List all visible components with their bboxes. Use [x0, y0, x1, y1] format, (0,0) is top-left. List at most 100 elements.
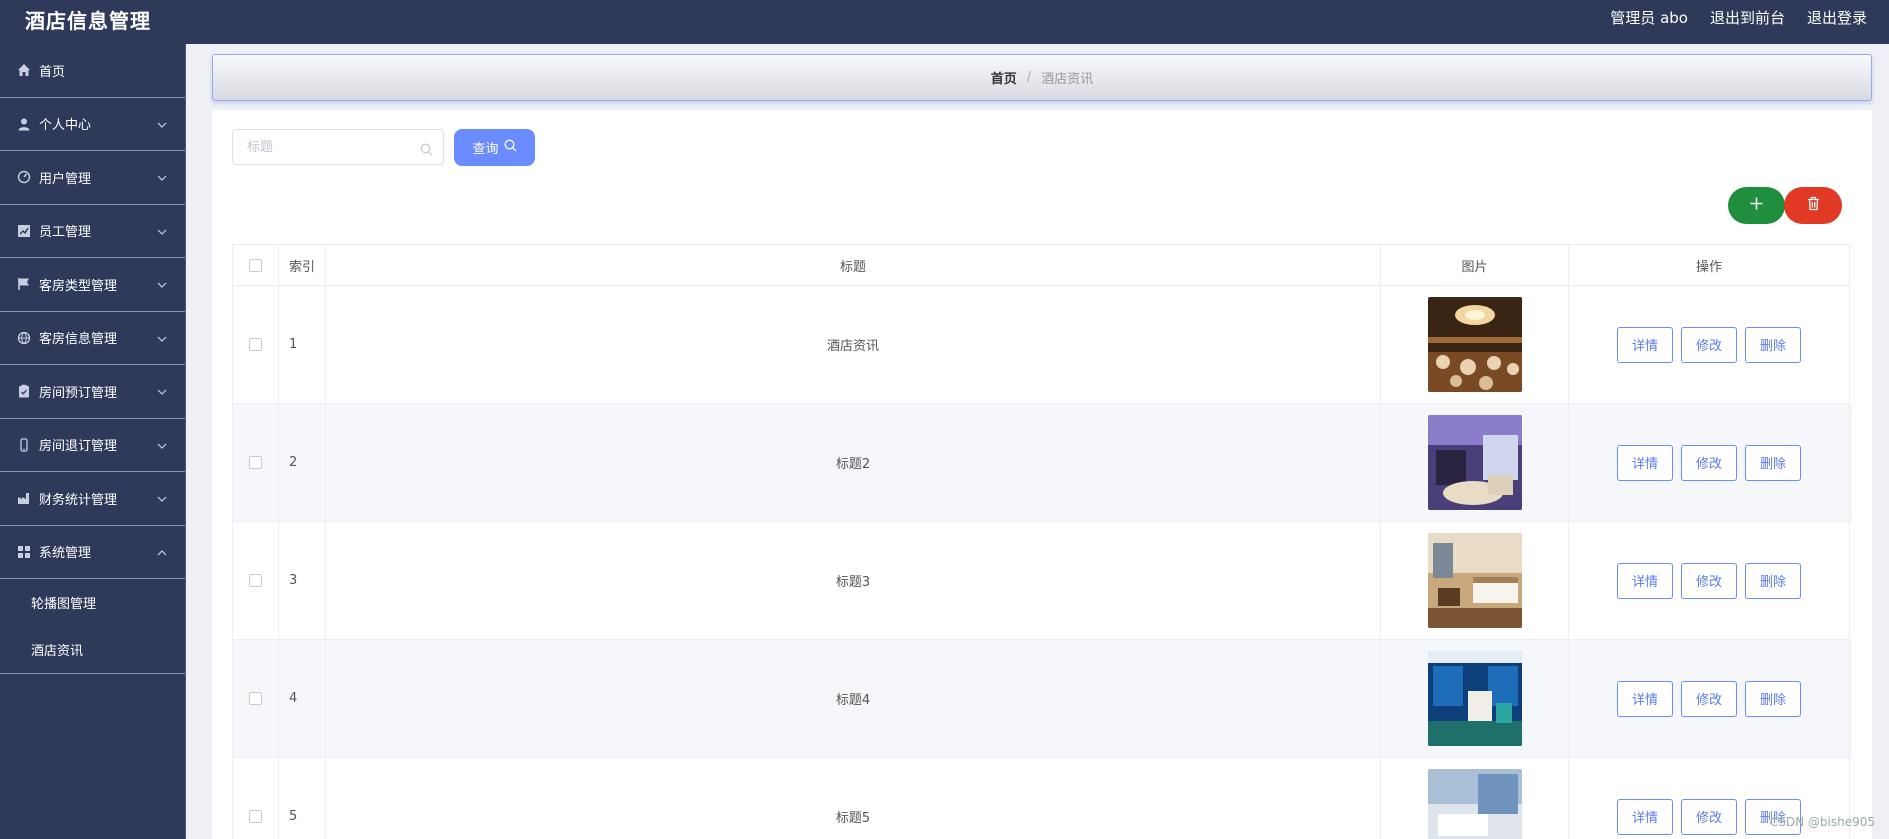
table-header: 索引 标题 图片 操作 — [233, 245, 1852, 286]
sidebar-item-label: 房间退订管理 — [39, 439, 118, 455]
system-submenu: 轮播图管理 酒店资讯 — [0, 579, 185, 674]
search-icon — [420, 141, 433, 156]
edit-button[interactable]: 修改 — [1681, 562, 1737, 599]
sidebar-subitem-carousel[interactable]: 轮播图管理 — [0, 579, 185, 626]
chevron-down-icon — [157, 226, 167, 236]
breadcrumb-home[interactable]: 首页 — [991, 68, 1017, 87]
breadcrumb-current: 酒店资讯 — [1041, 72, 1094, 87]
detail-button[interactable]: 详情 — [1617, 680, 1673, 717]
clipboard-icon — [17, 384, 31, 398]
sidebar-item-home[interactable]: 首页 — [0, 44, 185, 98]
chevron-up-icon — [157, 547, 167, 557]
delete-button[interactable]: 删除 — [1745, 562, 1801, 599]
row-actions: 详情 修改 删除 — [1569, 640, 1850, 757]
table-row: 5 标题5 详情 修改 删除 — [233, 758, 1852, 839]
thumbnail-image[interactable] — [1427, 651, 1522, 746]
row-checkbox-cell — [233, 286, 279, 403]
thumbnail-image[interactable] — [1427, 533, 1522, 628]
select-all-checkbox[interactable] — [249, 258, 262, 272]
current-user: 管理员 abo — [1610, 8, 1688, 27]
sidebar-item-finance-management[interactable]: 财务统计管理 — [0, 472, 185, 526]
thumbnail-image[interactable] — [1427, 297, 1522, 392]
chevron-down-icon — [157, 493, 167, 503]
thumbnail-image[interactable] — [1427, 415, 1522, 510]
sidebar-item-personal-center[interactable]: 个人中心 — [0, 98, 185, 151]
row-checkbox[interactable] — [249, 810, 262, 823]
chevron-down-icon — [157, 440, 167, 450]
table-row: 1 酒店资讯 详情 修改 删除 — [233, 286, 1852, 404]
grid-icon — [17, 545, 31, 559]
detail-button[interactable]: 详情 — [1617, 326, 1673, 363]
detail-button[interactable]: 详情 — [1617, 798, 1673, 835]
factory-icon — [17, 491, 31, 505]
column-header-image: 图片 — [1381, 245, 1569, 285]
flag-icon — [17, 277, 31, 291]
column-header-actions: 操作 — [1569, 245, 1850, 285]
row-image-cell — [1381, 640, 1569, 757]
row-index: 3 — [279, 522, 326, 639]
thumbnail-image[interactable] — [1427, 769, 1522, 839]
delete-button[interactable]: 删除 — [1745, 680, 1801, 717]
row-actions: 详情 修改 删除 — [1569, 404, 1850, 521]
add-button[interactable] — [1728, 187, 1785, 224]
exit-to-front-link[interactable]: 退出到前台 — [1710, 7, 1785, 28]
logout-link[interactable]: 退出登录 — [1807, 7, 1867, 28]
row-title: 标题5 — [326, 758, 1381, 839]
sidebar-subitem-hotel-news[interactable]: 酒店资讯 — [0, 626, 185, 673]
batch-delete-button[interactable] — [1784, 187, 1842, 224]
edit-button[interactable]: 修改 — [1681, 444, 1737, 481]
delete-button[interactable]: 删除 — [1745, 326, 1801, 363]
row-checkbox[interactable] — [249, 574, 262, 587]
sidebar-item-user-management[interactable]: 用户管理 — [0, 151, 185, 205]
row-title: 酒店资讯 — [326, 286, 1381, 403]
sidebar-item-label: 用户管理 — [39, 171, 92, 187]
globe-icon — [17, 331, 31, 345]
row-title: 标题3 — [326, 522, 1381, 639]
chevron-down-icon — [157, 386, 167, 396]
row-index: 2 — [279, 404, 326, 521]
detail-button[interactable]: 详情 — [1617, 444, 1673, 481]
search-box — [232, 129, 444, 165]
app-title: 酒店信息管理 — [25, 9, 151, 33]
edit-button[interactable]: 修改 — [1681, 798, 1737, 835]
sidebar-item-label: 员工管理 — [39, 225, 92, 241]
sidebar-item-room-info-management[interactable]: 客房信息管理 — [0, 312, 185, 365]
row-checkbox-cell — [233, 522, 279, 639]
row-image-cell — [1381, 404, 1569, 521]
row-image-cell — [1381, 522, 1569, 639]
row-checkbox-cell — [233, 640, 279, 757]
column-header-title: 标题 — [326, 245, 1381, 285]
sidebar-item-label: 房间预订管理 — [39, 385, 118, 401]
row-checkbox-cell — [233, 404, 279, 521]
detail-button[interactable]: 详情 — [1617, 562, 1673, 599]
row-checkbox-cell — [233, 758, 279, 839]
query-button[interactable]: 查询 — [454, 129, 535, 166]
table-row: 2 标题2 详情 修改 删除 — [233, 404, 1852, 522]
row-index: 5 — [279, 758, 326, 839]
data-table: 索引 标题 图片 操作 1 酒店资讯 详情 修改 删除 2 标题2 详情 修改 … — [232, 244, 1852, 839]
home-icon — [17, 63, 31, 77]
sidebar-item-room-cancel-management[interactable]: 房间退订管理 — [0, 419, 185, 472]
edit-button[interactable]: 修改 — [1681, 680, 1737, 717]
plus-icon — [1749, 196, 1764, 215]
sidebar-item-label: 客房类型管理 — [39, 278, 118, 294]
title-search-input[interactable] — [233, 130, 413, 164]
chevron-down-icon — [157, 119, 167, 129]
sidebar-item-staff-management[interactable]: 员工管理 — [0, 205, 185, 258]
phone-icon — [17, 438, 31, 452]
table-row: 3 标题3 详情 修改 删除 — [233, 522, 1852, 640]
sidebar-item-system-management[interactable]: 系统管理 — [0, 526, 185, 579]
row-checkbox[interactable] — [249, 456, 262, 469]
header-checkbox-cell — [233, 245, 279, 285]
query-button-label: 查询 — [472, 142, 499, 157]
sidebar-item-room-type-management[interactable]: 客房类型管理 — [0, 258, 185, 312]
delete-button[interactable]: 删除 — [1745, 444, 1801, 481]
row-checkbox[interactable] — [249, 338, 262, 351]
watermark: CSDN @bishe905 — [1769, 815, 1875, 829]
row-image-cell — [1381, 286, 1569, 403]
edit-button[interactable]: 修改 — [1681, 326, 1737, 363]
row-checkbox[interactable] — [249, 692, 262, 705]
sidebar-item-room-booking-management[interactable]: 房间预订管理 — [0, 365, 185, 419]
top-bar: 酒店信息管理 管理员 abo 退出到前台 退出登录 — [0, 0, 1889, 44]
user-icon — [17, 117, 31, 131]
